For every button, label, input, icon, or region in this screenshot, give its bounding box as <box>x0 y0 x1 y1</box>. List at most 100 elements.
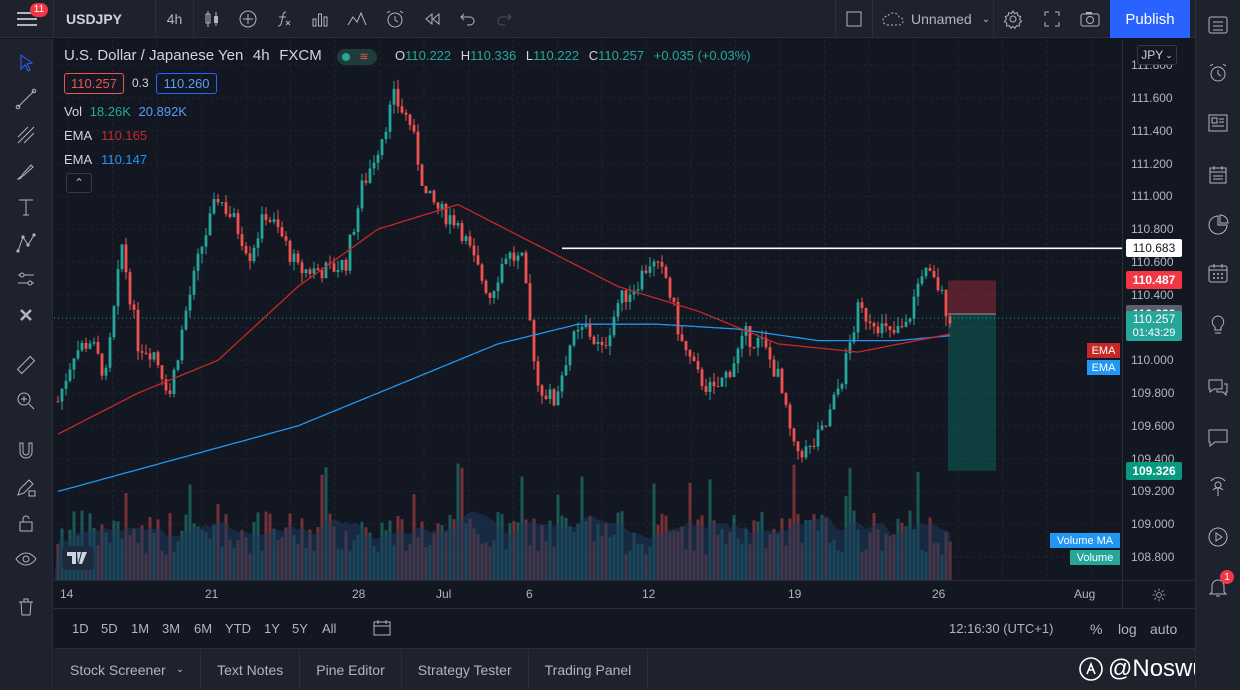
alert-button[interactable] <box>376 0 414 38</box>
undo-button[interactable] <box>450 0 486 38</box>
candle-body <box>720 377 724 387</box>
events-button[interactable] <box>1203 258 1233 288</box>
price-chart[interactable] <box>54 39 1122 580</box>
layout-name-button[interactable]: Unnamed ⌄ <box>872 0 994 38</box>
delete-tool[interactable] <box>10 591 42 623</box>
symbol-title[interactable]: U.S. Dollar / Japanese Yen <box>64 47 243 64</box>
candle-body <box>732 363 736 377</box>
magnet-tool[interactable] <box>10 435 42 467</box>
volume-value: 18.26K <box>89 104 131 119</box>
tab-trading-panel[interactable]: Trading Panel <box>529 649 649 690</box>
redo-button[interactable] <box>486 0 522 38</box>
chat-button[interactable] <box>1203 422 1233 452</box>
log-scale-toggle[interactable]: log <box>1118 621 1137 637</box>
fib-tool[interactable] <box>10 119 42 151</box>
tab-stock-screener[interactable]: Stock Screener ⌄ <box>54 649 202 690</box>
candle-body <box>816 429 820 447</box>
candle-body <box>688 350 692 357</box>
collapse-legend-button[interactable]: ⌃ <box>66 173 92 193</box>
ema-red-legend[interactable]: EMA 110.165 <box>64 128 147 143</box>
ema-blue-legend[interactable]: EMA 110.147 <box>64 152 147 167</box>
candle-body <box>668 277 672 298</box>
compare-button[interactable] <box>230 0 266 38</box>
alerts-button[interactable] <box>1203 58 1233 88</box>
chart-settings-button[interactable] <box>1122 581 1195 608</box>
chevron-down-icon: ⌄ <box>175 664 185 675</box>
layout-select-button[interactable] <box>835 0 871 38</box>
range-button-1y[interactable]: 1Y <box>264 621 280 636</box>
trend-line-tool[interactable] <box>10 83 42 115</box>
range-button-1d[interactable]: 1D <box>72 621 89 636</box>
snapshot-button[interactable] <box>1074 0 1106 38</box>
candle-body <box>748 326 752 347</box>
candle-body <box>188 294 192 311</box>
publish-button[interactable]: Publish <box>1110 0 1190 38</box>
percent-scale-toggle[interactable]: % <box>1090 621 1102 637</box>
financials-button[interactable] <box>302 0 338 38</box>
lock-drawings-tool[interactable] <box>10 507 42 539</box>
indicators-button[interactable] <box>266 0 302 38</box>
replay-button[interactable] <box>414 0 450 38</box>
volume-legend[interactable]: Vol 18.26K 20.892K <box>64 104 187 119</box>
chart-type-button[interactable] <box>194 0 230 38</box>
buy-button[interactable]: 110.260 <box>156 73 217 94</box>
watchlist-button[interactable] <box>1203 10 1233 40</box>
ideas-button[interactable] <box>1203 310 1233 340</box>
tab-pine-editor[interactable]: Pine Editor <box>300 649 402 690</box>
cursor-tool[interactable] <box>10 47 42 79</box>
stay-drawing-tool[interactable] <box>10 471 42 503</box>
settings-button[interactable] <box>997 0 1029 38</box>
fullscreen-button[interactable] <box>1036 0 1068 38</box>
hotlists-button[interactable] <box>1203 160 1233 190</box>
candle-body <box>924 267 928 277</box>
timezone-clock[interactable]: 12:16:30 (UTC+1) <box>949 621 1053 636</box>
time-axis[interactable]: 14 21 28 Jul 6 12 19 26 Aug <box>54 580 1195 608</box>
candle-body <box>500 263 504 283</box>
prediction-tool[interactable] <box>10 263 42 295</box>
tab-text-notes[interactable]: Text Notes <box>201 649 301 690</box>
short-position-tool[interactable] <box>948 280 996 471</box>
pattern-tool[interactable] <box>10 227 42 259</box>
calendar-button[interactable] <box>1203 210 1233 240</box>
price-axis[interactable]: 111.800 111.600 111.400 111.200 111.000 110.8… <box>1122 39 1195 580</box>
currency-select[interactable]: JPY ⌄ <box>1137 45 1177 65</box>
brush-tool[interactable] <box>10 155 42 187</box>
candle-body <box>568 345 572 366</box>
candle-body <box>416 131 420 165</box>
range-button-5d[interactable]: 5D <box>101 621 118 636</box>
chart-pane[interactable]: U.S. Dollar / Japanese Yen 4h FXCM ≋ O11… <box>54 39 1122 580</box>
range-button-ytd[interactable]: YTD <box>225 621 251 636</box>
range-button-all[interactable]: All <box>322 621 336 636</box>
measure-tool[interactable] <box>10 349 42 381</box>
low-label: L <box>525 48 534 63</box>
candle-body <box>916 283 920 297</box>
volume-axis-label: Volume <box>1070 550 1120 565</box>
tradingview-logo-icon[interactable] <box>62 546 94 570</box>
candle-body <box>896 326 900 333</box>
market-status-toggle[interactable]: ≋ <box>337 48 378 65</box>
zoom-tool[interactable] <box>10 385 42 417</box>
tab-strategy-tester[interactable]: Strategy Tester <box>402 649 529 690</box>
remove-drawings-tool[interactable] <box>10 299 42 331</box>
target-price-badge: 109.326 <box>1126 461 1182 480</box>
cursor-icon <box>20 54 34 72</box>
candle-body <box>112 306 116 338</box>
range-button-1m[interactable]: 1M <box>131 621 149 636</box>
sell-button[interactable]: 110.257 <box>64 73 124 94</box>
chats-button[interactable] <box>1203 372 1233 402</box>
data-window-button[interactable] <box>1203 108 1233 138</box>
range-button-3m[interactable]: 3M <box>162 621 180 636</box>
streams-button[interactable] <box>1203 472 1233 502</box>
goto-date-button[interactable] <box>372 619 392 637</box>
interval-button[interactable]: 4h <box>156 0 194 38</box>
text-tool[interactable] <box>10 191 42 223</box>
symbol-search[interactable]: USDJPY <box>54 0 156 38</box>
range-button-5y[interactable]: 5Y <box>292 621 308 636</box>
templates-button[interactable] <box>338 0 376 38</box>
hide-drawings-tool[interactable] <box>10 543 42 575</box>
time-tick-label: Aug <box>1074 587 1096 601</box>
menu-button[interactable]: 11 <box>0 0 54 38</box>
auto-scale-toggle[interactable]: auto <box>1150 621 1177 637</box>
range-button-6m[interactable]: 6M <box>194 621 212 636</box>
signals-button[interactable] <box>1203 522 1233 552</box>
